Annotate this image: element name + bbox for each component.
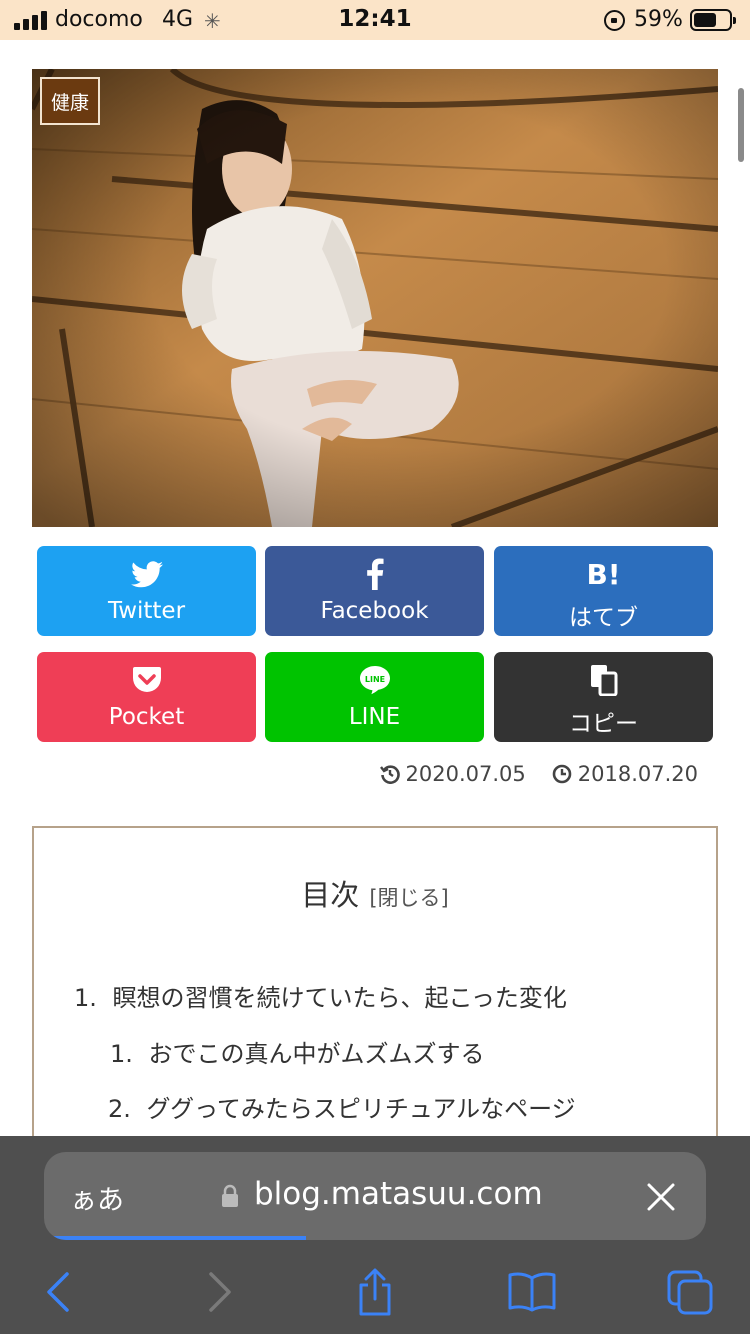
share-pocket-button[interactable]: Pocket	[37, 652, 256, 742]
chevron-left-icon	[47, 1272, 69, 1312]
clock-icon	[552, 764, 572, 784]
line-icon: LINE	[265, 664, 484, 696]
published-date: 2018.07.20	[552, 762, 698, 786]
page-scrollbar[interactable]	[738, 88, 744, 162]
url-text[interactable]: blog.matasuu.com	[254, 1176, 543, 1212]
meditation-photo	[32, 69, 718, 527]
battery-icon	[690, 9, 736, 31]
hatena-bookmark-icon: B!	[586, 557, 621, 591]
chevron-right-icon	[209, 1272, 231, 1312]
browser-bottom-bar: ぁあ blog.matasuu.com	[0, 1136, 750, 1334]
pocket-icon	[37, 664, 256, 696]
toc-item-text: ググってみたらスピリチュアルなページ	[146, 1095, 576, 1123]
toc-header: 目次 [閉じる]	[34, 872, 716, 914]
share-label: Pocket	[108, 704, 185, 730]
updated-date-text: 2020.07.05	[405, 762, 526, 786]
share-button[interactable]	[345, 1264, 405, 1320]
forward-button[interactable]	[190, 1264, 250, 1320]
battery-percent: 59%	[634, 7, 683, 32]
category-badge[interactable]: 健康	[40, 77, 100, 125]
copy-icon	[494, 664, 713, 696]
tabs-icon	[667, 1270, 713, 1315]
toc-item-text: おでこの真ん中がムズムズする	[148, 1040, 485, 1068]
toc-item-number: 2.	[108, 1095, 131, 1123]
update-history-icon	[379, 765, 400, 784]
twitter-bird-icon	[37, 558, 256, 590]
address-bar[interactable]: ぁあ blog.matasuu.com	[44, 1152, 706, 1240]
article-hero-image: 健康	[32, 69, 718, 527]
share-label: LINE	[348, 704, 401, 730]
stop-loading-icon[interactable]	[644, 1180, 678, 1214]
back-button[interactable]	[28, 1264, 88, 1320]
lock-icon	[222, 1184, 238, 1207]
facebook-f-icon	[265, 558, 484, 590]
status-bar: docomo 4G ✳ 12:41 59%	[0, 0, 750, 40]
post-dates: 2020.07.05 2018.07.20	[379, 762, 698, 786]
toc-item-number: 1.	[74, 984, 97, 1012]
book-icon	[508, 1272, 556, 1312]
share-label: Facebook	[320, 598, 429, 624]
page-load-progress	[44, 1236, 306, 1240]
share-twitter-button[interactable]: Twitter	[37, 546, 256, 636]
share-hatena-button[interactable]: B! はてブ	[494, 546, 713, 636]
toc-subitem[interactable]: 2. ググってみたらスピリチュアルなページ	[108, 1089, 576, 1124]
toc-subitem[interactable]: 1. おでこの真ん中がムズムズする	[110, 1034, 485, 1069]
table-of-contents: 目次 [閉じる] 1. 瞑想の習慣を続けていたら、起こった変化 1. おでこの真ん…	[32, 826, 718, 1156]
orientation-lock-icon	[604, 10, 625, 31]
share-label: コピー	[569, 711, 638, 737]
updated-date: 2020.07.05	[379, 762, 526, 786]
share-copy-button[interactable]: コピー	[494, 652, 713, 742]
toc-item-number: 1.	[110, 1040, 133, 1068]
published-date-text: 2018.07.20	[577, 762, 698, 786]
svg-text:LINE: LINE	[364, 675, 384, 684]
toc-item-text: 瞑想の習慣を続けていたら、起こった変化	[112, 984, 567, 1012]
toc-toggle-link[interactable]: [閉じる]	[369, 886, 448, 910]
share-facebook-button[interactable]: Facebook	[265, 546, 484, 636]
share-label: はてブ	[569, 605, 638, 631]
share-icon	[359, 1268, 391, 1316]
bookmarks-button[interactable]	[502, 1264, 562, 1320]
tabs-button[interactable]	[660, 1264, 720, 1320]
page-settings-button[interactable]: ぁあ	[70, 1178, 124, 1217]
toc-item[interactable]: 1. 瞑想の習慣を続けていたら、起こった変化	[74, 978, 567, 1013]
toc-title: 目次	[301, 878, 360, 912]
share-line-button[interactable]: LINE LINE	[265, 652, 484, 742]
share-label: Twitter	[107, 598, 186, 624]
